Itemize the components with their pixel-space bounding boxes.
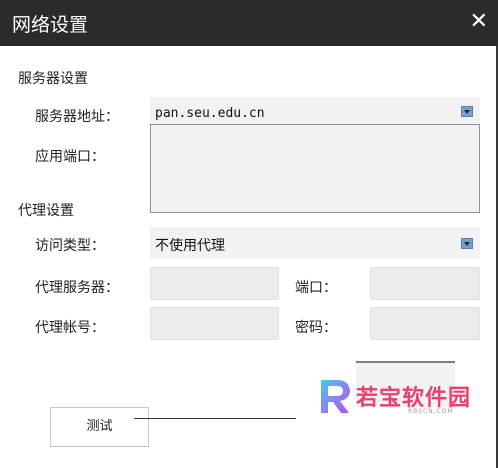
test-button[interactable]: 测试 [50,407,149,447]
chevron-down-icon[interactable] [461,106,473,117]
proxy-account-label: 代理帐号： [35,320,105,336]
window-title: 网络设置 [12,14,89,36]
proxy-password-label: 密码： [295,320,337,336]
access-type-select[interactable]: 不使用代理 [150,227,480,259]
watermark-subtext: RBSCN.COM [408,408,454,415]
server-address-label: 服务器地址： [35,109,119,125]
proxy-settings-heading: 代理设置 [18,203,74,219]
title-bar: 网络设置 ✕ [0,0,498,46]
app-port-label: 应用端口： [35,149,105,165]
proxy-server-label: 代理服务器： [35,280,119,296]
chevron-down-icon[interactable] [461,238,473,249]
server-settings-heading: 服务器设置 [18,71,88,87]
server-address-dropdown-list[interactable] [150,124,480,213]
watermark: 若宝软件园 RBSCN.COM [316,374,494,422]
proxy-port-label: 端口： [295,280,337,296]
close-icon[interactable]: ✕ [470,9,488,35]
access-type-value: 不使用代理 [155,238,225,254]
access-type-label: 访问类型： [35,238,105,254]
proxy-password-field[interactable] [370,307,480,340]
proxy-server-field[interactable] [150,267,279,300]
proxy-port-field[interactable] [370,267,480,300]
divider [134,418,296,419]
watermark-logo-icon [321,380,350,413]
server-address-combo[interactable]: pan.seu.edu.cn [150,97,480,124]
server-address-value: pan.seu.edu.cn [155,106,265,121]
proxy-account-field[interactable] [150,307,279,340]
